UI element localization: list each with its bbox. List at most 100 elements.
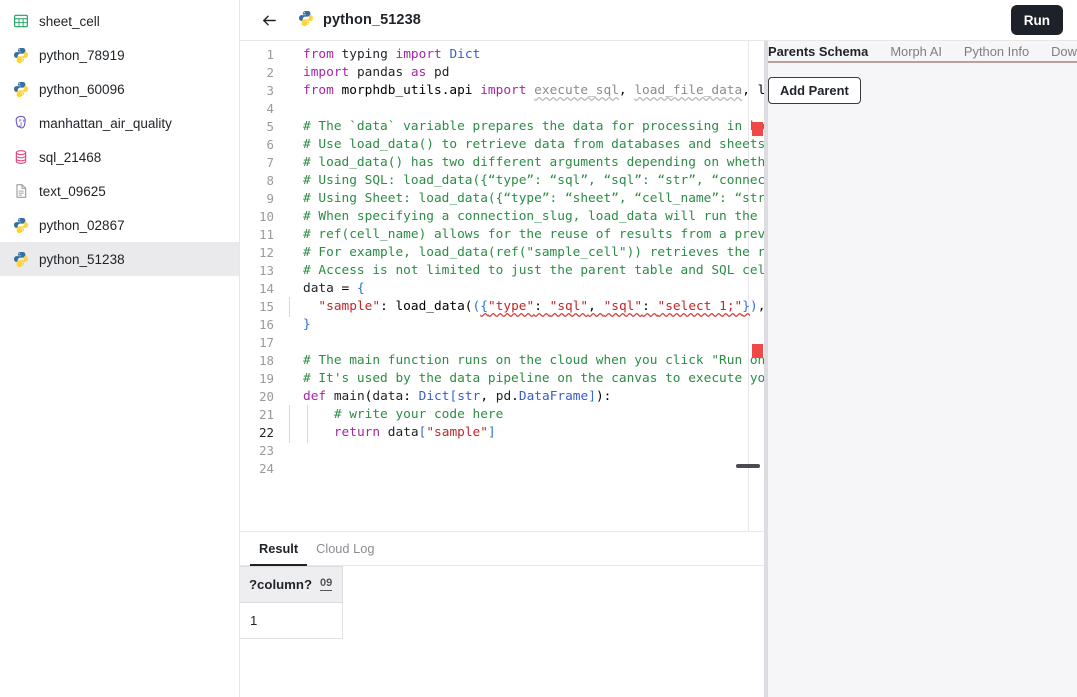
code-text: "sample": load_data(({"type": "sql", "sq… bbox=[286, 297, 764, 317]
editor-overview-ruler[interactable] bbox=[751, 41, 764, 531]
sidebar-item-python_60096[interactable]: python_60096 bbox=[0, 72, 239, 106]
code-line[interactable]: 17 bbox=[240, 334, 764, 352]
sidebar-item-python_51238[interactable]: python_51238 bbox=[0, 242, 239, 276]
results-panel: Result Cloud Log ?column? 09 1 bbox=[240, 532, 764, 697]
sidebar-item-label: text_09625 bbox=[39, 183, 106, 199]
column-type-badge: 09 bbox=[320, 577, 333, 592]
code-line[interactable]: 19 # It's used by the data pipeline on th… bbox=[240, 370, 764, 388]
sidebar-item-manhattan_air_quality[interactable]: manhattan_air_quality bbox=[0, 106, 239, 140]
sidebar: sheet_cell python_78919 python_60096manhat… bbox=[0, 0, 240, 697]
error-marker[interactable] bbox=[752, 344, 763, 358]
code-line[interactable]: 24 bbox=[240, 460, 764, 478]
run-button[interactable]: Run bbox=[1010, 5, 1063, 35]
code-line[interactable]: 22 return data["sample"] bbox=[240, 423, 764, 443]
code-line[interactable]: 1 from typing import Dict bbox=[240, 46, 764, 64]
code-text: # write your code here bbox=[286, 405, 503, 425]
code-line[interactable]: 7 # load_data() has two different argumen… bbox=[240, 154, 764, 172]
python-icon bbox=[12, 251, 29, 268]
code-text: # The main function runs on the cloud wh… bbox=[303, 353, 764, 368]
code-text: # Using Sheet: load_data({“type”: “sheet… bbox=[303, 191, 764, 206]
code-line[interactable]: 11 # ref(cell_name) allows for the reuse … bbox=[240, 226, 764, 244]
code-line[interactable]: 18 # The main function runs on the cloud … bbox=[240, 352, 764, 370]
code-text: # For example, load_data(ref("sample_cel… bbox=[303, 245, 764, 260]
table-header-row: ?column? 09 bbox=[240, 566, 344, 603]
line-number: 11 bbox=[259, 227, 274, 242]
code-line[interactable]: 15 "sample": load_data(({"type": "sql", … bbox=[240, 297, 764, 317]
sidebar-item-label: sql_21468 bbox=[39, 149, 102, 165]
table-row: 1 bbox=[240, 602, 344, 639]
code-lines[interactable]: 1 from typing import Dict 2 import pandas a… bbox=[240, 41, 764, 531]
code-line[interactable]: 6 # Use load_data() to retrieve data from… bbox=[240, 136, 764, 154]
code-line[interactable]: 10 # When specifying a connection_slug, l… bbox=[240, 208, 764, 226]
code-line[interactable]: 3 from morphdb_utils.api import execute_s… bbox=[240, 82, 764, 100]
page-title-text: python_51238 bbox=[323, 12, 421, 28]
line-number: 12 bbox=[259, 245, 274, 260]
code-line[interactable]: 9 # Using Sheet: load_data({“type”: “shee… bbox=[240, 190, 764, 208]
column-header[interactable]: ?column? 09 bbox=[240, 566, 344, 603]
code-line[interactable]: 5 # The `data` variable prepares the data… bbox=[240, 118, 764, 136]
code-line[interactable]: 23 bbox=[240, 442, 764, 460]
sidebar-item-label: python_60096 bbox=[39, 81, 125, 97]
code-text: # When specifying a connection_slug, loa… bbox=[303, 209, 764, 224]
scrollbar-thumb[interactable] bbox=[736, 464, 760, 468]
code-text: # Access is not limited to just the pare… bbox=[303, 263, 764, 278]
line-number: 1 bbox=[266, 47, 274, 62]
code-text: def main(data: Dict[str, pd.DataFrame]): bbox=[303, 389, 612, 404]
right-panel: Parents Schema Morph AI Python Info Downloa… bbox=[768, 41, 1077, 697]
code-line[interactable]: 8 # Using SQL: load_data({“type”: “sql”, … bbox=[240, 172, 764, 190]
line-number: 18 bbox=[259, 353, 274, 368]
code-line[interactable]: 12 # For example, load_data(ref("sample_c… bbox=[240, 244, 764, 262]
code-text: # Using SQL: load_data({“type”: “sql”, “… bbox=[303, 173, 764, 188]
code-text: } bbox=[303, 317, 311, 332]
sidebar-item-text_09625[interactable]: text_09625 bbox=[0, 174, 239, 208]
sidebar-item-python_78919[interactable]: python_78919 bbox=[0, 38, 239, 72]
line-number: 3 bbox=[266, 83, 274, 98]
code-text: return data["sample"] bbox=[286, 423, 496, 443]
python-icon bbox=[12, 81, 29, 98]
line-number: 7 bbox=[266, 155, 274, 170]
code-text: # Use load_data() to retrieve data from … bbox=[303, 137, 764, 152]
code-line[interactable]: 16} bbox=[240, 316, 764, 334]
document-icon bbox=[12, 183, 29, 200]
line-number: 19 bbox=[259, 371, 274, 386]
right-tab-morph-ai[interactable]: Morph AI bbox=[890, 44, 942, 59]
right-tab-python-info[interactable]: Python Info bbox=[964, 44, 1029, 59]
python-icon bbox=[12, 47, 29, 64]
error-marker[interactable] bbox=[752, 122, 763, 136]
result-tab-cloud-log[interactable]: Cloud Log bbox=[307, 532, 383, 566]
code-line[interactable]: 14 data = { bbox=[240, 280, 764, 298]
page-title: python_51238 bbox=[298, 10, 421, 31]
main-area: python_51238 Run 1 from typing import Dic… bbox=[240, 0, 1077, 697]
line-number: 6 bbox=[266, 137, 274, 152]
column-header-inner: ?column? 09 bbox=[249, 577, 333, 592]
sheet-icon bbox=[12, 13, 29, 30]
line-number: 4 bbox=[266, 101, 274, 116]
column-name: ?column? bbox=[249, 577, 313, 592]
code-line[interactable]: 20 def main(data: Dict[str, pd.DataFrame]… bbox=[240, 388, 764, 406]
result-tab-result[interactable]: Result bbox=[250, 532, 308, 566]
sidebar-item-label: python_78919 bbox=[39, 47, 125, 63]
right-tab-parents-schema[interactable]: Parents Schema bbox=[768, 44, 868, 59]
table-cell[interactable]: 1 bbox=[240, 602, 344, 639]
line-number: 14 bbox=[259, 281, 274, 296]
postgres-icon bbox=[12, 115, 29, 132]
code-line[interactable]: 4 bbox=[240, 100, 764, 118]
add-parent-button[interactable]: Add Parent bbox=[768, 77, 861, 104]
code-line[interactable]: 13 # Access is not limited to just the pa… bbox=[240, 262, 764, 280]
database-icon bbox=[12, 149, 29, 166]
sidebar-item-python_02867[interactable]: python_02867 bbox=[0, 208, 239, 242]
result-table: ?column? 09 1 bbox=[240, 566, 344, 639]
code-editor[interactable]: 1 from typing import Dict 2 import pandas a… bbox=[240, 41, 764, 532]
right-tab-download[interactable]: Download bbox=[1051, 44, 1077, 59]
python-icon bbox=[12, 217, 29, 234]
code-line[interactable]: 2 import pandas as pd bbox=[240, 64, 764, 82]
code-text: from typing import Dict bbox=[303, 47, 481, 62]
code-line[interactable]: 21 # write your code here bbox=[240, 405, 764, 425]
sidebar-item-sheet_cell[interactable]: sheet_cell bbox=[0, 4, 239, 38]
line-number: 5 bbox=[266, 119, 274, 134]
arrow-left-icon[interactable] bbox=[256, 7, 282, 33]
python-icon bbox=[298, 10, 314, 31]
sidebar-item-sql_21468[interactable]: sql_21468 bbox=[0, 140, 239, 174]
app-root: sheet_cell python_78919 python_60096manhat… bbox=[0, 0, 1077, 697]
line-number: 17 bbox=[259, 335, 274, 350]
